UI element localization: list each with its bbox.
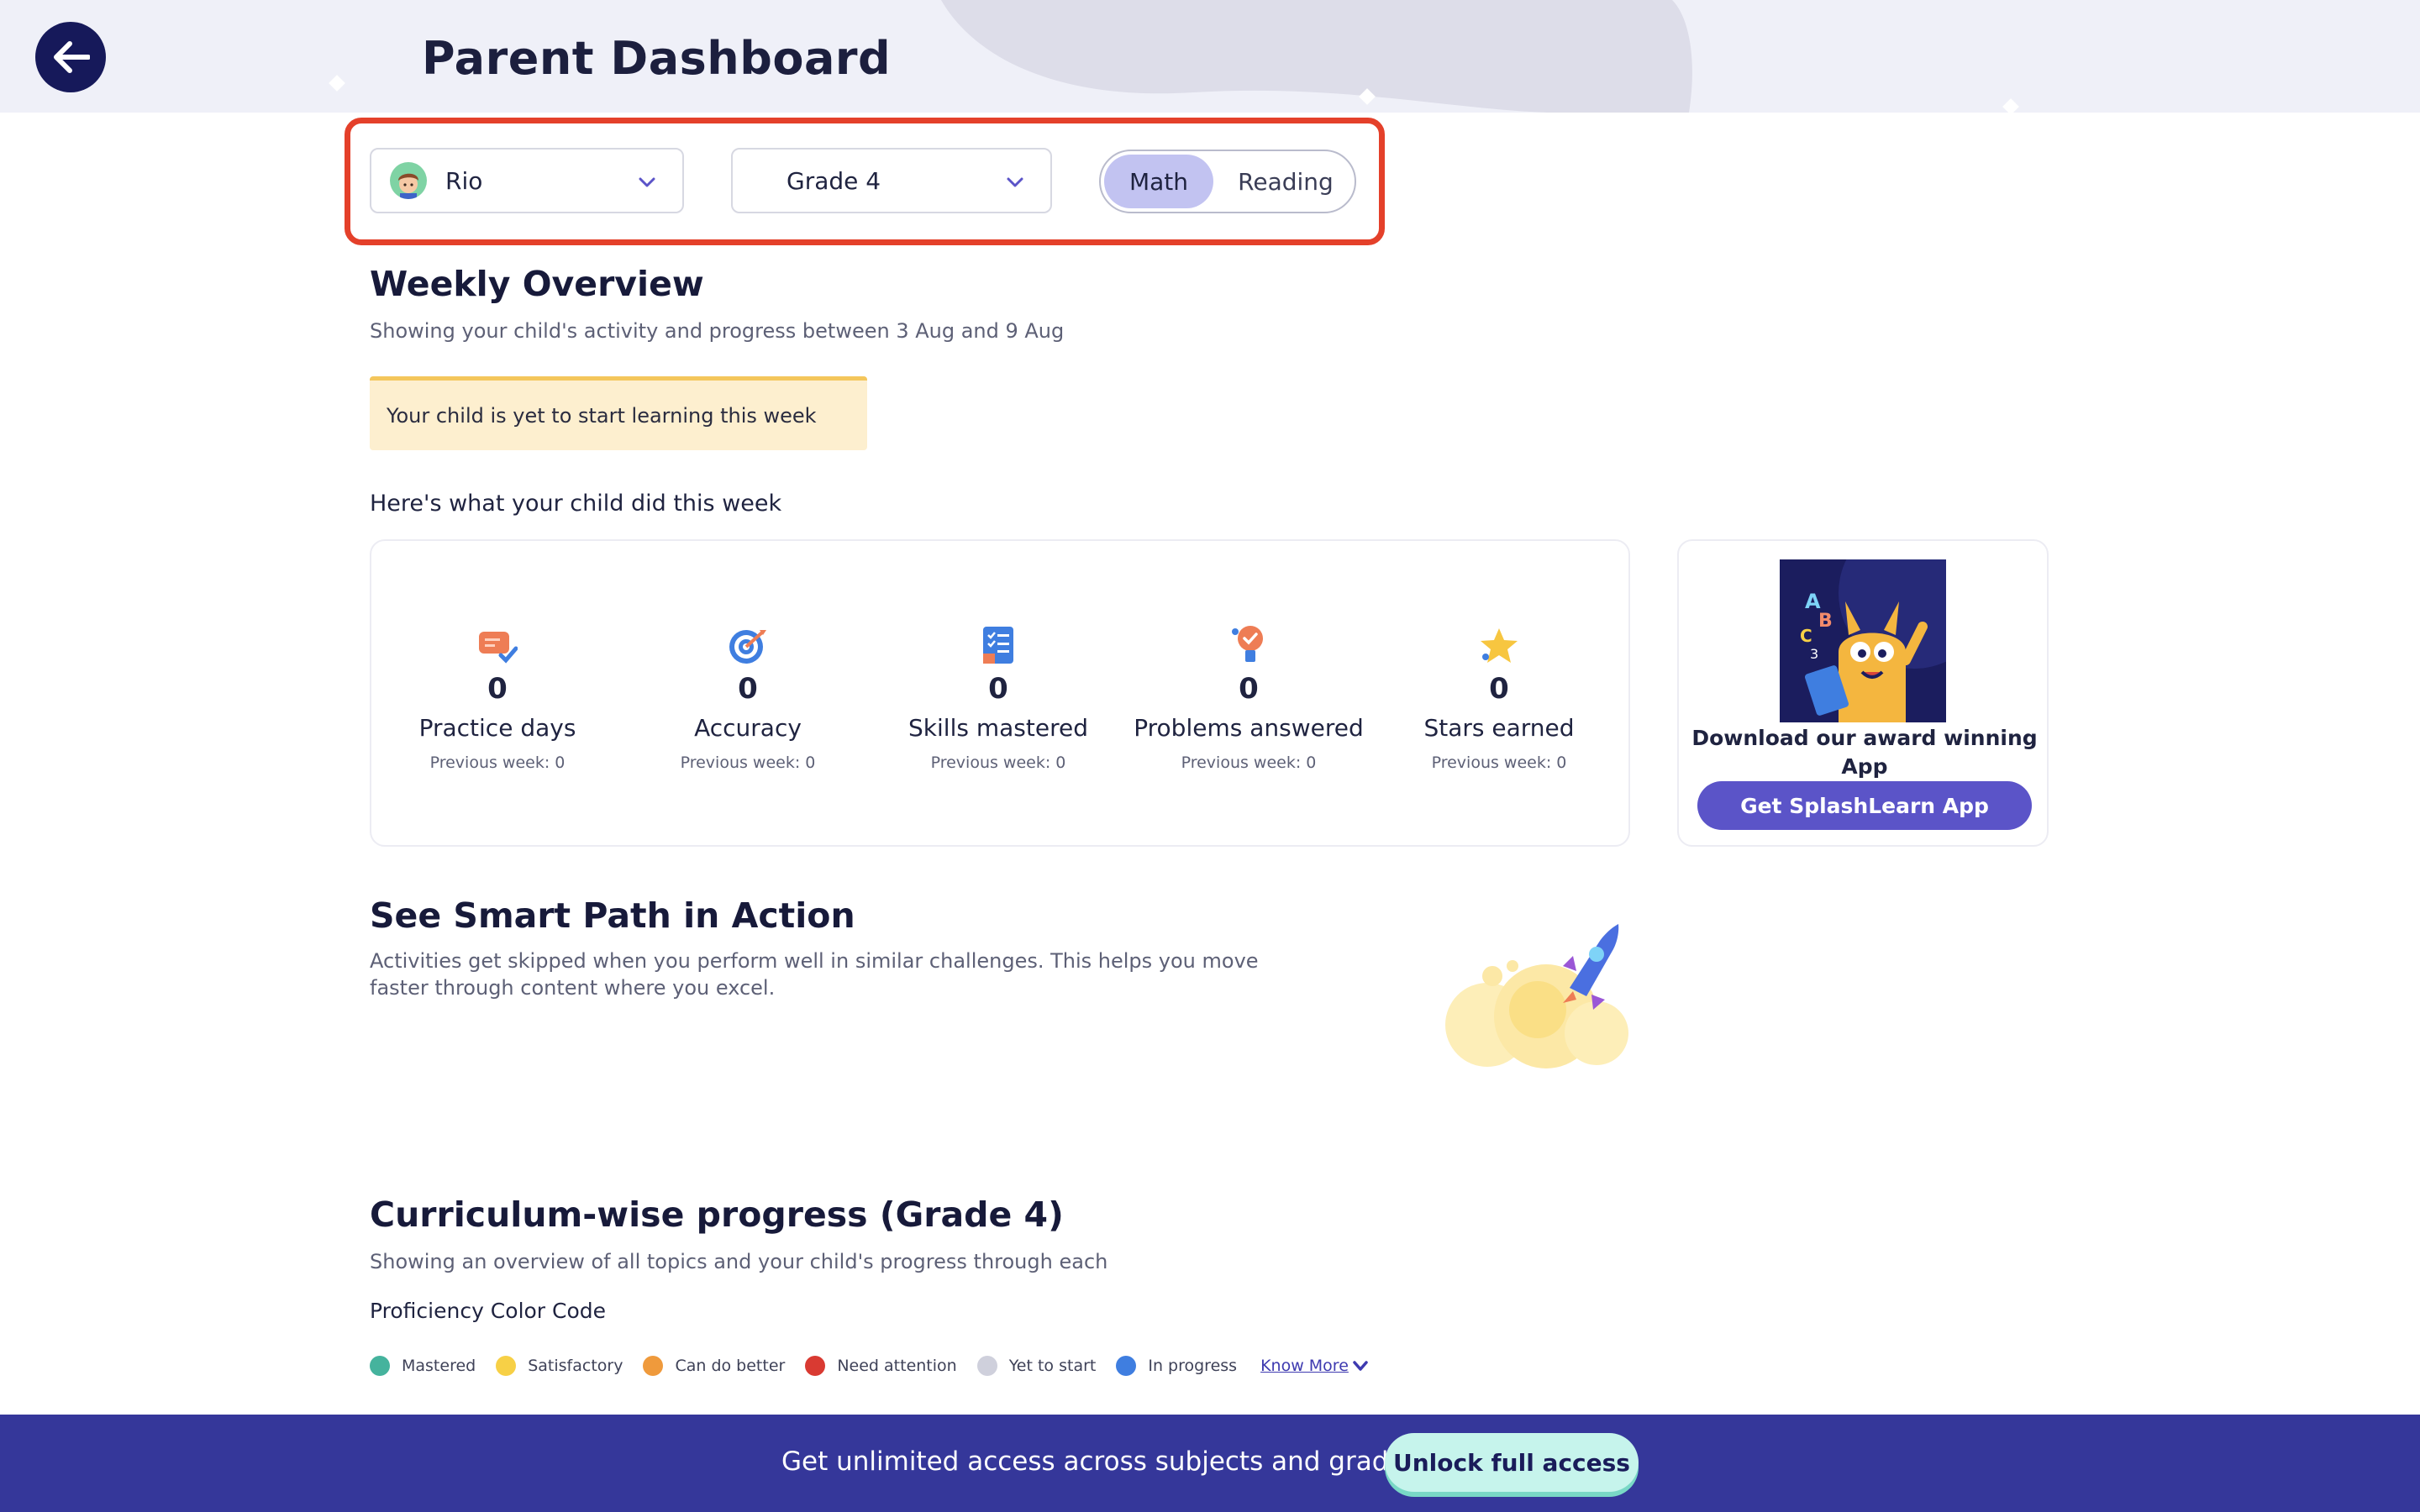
star-icon xyxy=(1481,628,1518,663)
app-download-card: A B C 3 Download our award winning App G… xyxy=(1677,539,2049,847)
legend-label: Satisfactory xyxy=(528,1357,623,1375)
weekly-activity-label: Here's what your child did this week xyxy=(370,491,782,517)
svg-text:A: A xyxy=(1805,590,1821,613)
chevron-down-icon xyxy=(1007,177,1023,187)
subject-tab-reading[interactable]: Reading xyxy=(1227,155,1344,208)
subject-tab-math[interactable]: Math xyxy=(1104,155,1213,208)
proficiency-legend: Mastered Satisfactory Can do better Need… xyxy=(370,1356,1369,1376)
boy-avatar-icon xyxy=(390,162,427,199)
stat-label: Problems answered xyxy=(1134,714,1364,742)
stat-value: 0 xyxy=(1489,672,1509,706)
stat-label: Accuracy xyxy=(694,714,802,742)
page-header: Parent Dashboard xyxy=(0,0,2420,113)
smart-path-description: Activities get skipped when you perform … xyxy=(370,949,1259,1000)
get-app-button[interactable]: Get SplashLearn App xyxy=(1697,781,2032,830)
inactive-notice: Your child is yet to start learning this… xyxy=(370,376,867,450)
legend-item-satisfactory: Satisfactory xyxy=(496,1356,623,1376)
stat-label: Skills mastered xyxy=(908,714,1088,742)
stat-value: 0 xyxy=(738,672,758,706)
stat-accuracy: 0 Accuracy Previous week: 0 xyxy=(622,622,874,772)
target-icon xyxy=(729,630,766,664)
arrow-left-icon xyxy=(54,41,90,73)
legend-dot xyxy=(1116,1356,1137,1376)
stat-label: Stars earned xyxy=(1423,714,1575,742)
legend-label: Mastered xyxy=(402,1357,476,1375)
weekly-overview-subtitle: Showing your child's activity and progre… xyxy=(370,319,1065,343)
child-name: Rio xyxy=(445,166,483,195)
stat-stars-earned: 0 Stars earned Previous week: 0 xyxy=(1373,622,1625,772)
stat-value: 0 xyxy=(487,672,508,706)
grade-value: Grade 4 xyxy=(786,166,881,195)
legend-item-mastered: Mastered xyxy=(370,1356,476,1376)
stat-practice-days: 0 Practice days Previous week: 0 xyxy=(371,622,623,772)
legend-item-in-progress: In progress xyxy=(1116,1356,1237,1376)
back-button[interactable] xyxy=(35,22,106,92)
legend-item-yet-to-start: Yet to start xyxy=(976,1356,1097,1376)
curriculum-subtitle: Showing an overview of all topics and yo… xyxy=(370,1250,1108,1273)
curriculum-title: Curriculum-wise progress (Grade 4) xyxy=(370,1194,1064,1235)
stat-previous: Previous week: 0 xyxy=(680,753,816,772)
chevron-down-icon xyxy=(639,177,655,187)
legend-label: Yet to start xyxy=(1008,1357,1097,1375)
smart-path-title: See Smart Path in Action xyxy=(370,895,855,936)
legend-dot xyxy=(976,1356,997,1376)
stat-skills-mastered: 0 Skills mastered Previous week: 0 xyxy=(872,622,1124,772)
know-more-link[interactable]: Know More xyxy=(1260,1357,1369,1375)
chevron-down-icon xyxy=(1353,1361,1368,1371)
legend-label: Can do better xyxy=(675,1357,786,1375)
legend-label: In progress xyxy=(1148,1357,1238,1375)
app-mascot-image: A B C 3 xyxy=(1780,559,1946,722)
svg-text:B: B xyxy=(1818,611,1833,632)
proficiency-label: Proficiency Color Code xyxy=(370,1299,607,1323)
stat-label: Practice days xyxy=(418,714,576,742)
stat-problems-answered: 0 Problems answered Previous week: 0 xyxy=(1123,622,1375,772)
stat-previous: Previous week: 0 xyxy=(429,753,566,772)
checklist-icon xyxy=(983,627,1013,664)
stat-previous: Previous week: 0 xyxy=(1181,753,1317,772)
svg-text:3: 3 xyxy=(1810,646,1818,662)
stat-value: 0 xyxy=(988,672,1008,706)
know-more-label: Know More xyxy=(1260,1357,1349,1375)
unlock-full-access-button[interactable]: Unlock full access xyxy=(1385,1433,1639,1492)
weekly-stats-card: 0 Practice days Previous week: 0 0 Accur… xyxy=(370,539,1630,847)
page-title: Parent Dashboard xyxy=(422,32,892,85)
upgrade-banner-text: Get unlimited access across subjects and… xyxy=(781,1446,1427,1477)
legend-item-can-do-better: Can do better xyxy=(643,1356,785,1376)
stat-previous: Previous week: 0 xyxy=(930,753,1066,772)
header-decoration xyxy=(329,0,2019,113)
legend-label: Need attention xyxy=(837,1357,957,1375)
legend-dot xyxy=(805,1356,826,1376)
stat-previous: Previous week: 0 xyxy=(1431,753,1567,772)
child-selector-dropdown[interactable]: Rio xyxy=(370,148,684,213)
subject-toggle: Math Reading xyxy=(1099,150,1356,213)
legend-dot xyxy=(496,1356,517,1376)
grade-selector-dropdown[interactable]: Grade 4 xyxy=(731,148,1052,213)
stat-value: 0 xyxy=(1239,672,1259,706)
weekly-overview-title: Weekly Overview xyxy=(370,264,704,304)
chat-check-icon xyxy=(479,632,518,664)
svg-text:C: C xyxy=(1800,626,1812,646)
legend-dot xyxy=(370,1356,390,1376)
upgrade-banner: Get unlimited access across subjects and… xyxy=(0,1415,2420,1512)
app-promo-text: Download our award winning App xyxy=(1691,726,2038,779)
legend-item-need-attention: Need attention xyxy=(805,1356,957,1376)
rocket-illustration xyxy=(1445,924,1628,1068)
lightbulb-icon xyxy=(1232,626,1263,662)
legend-dot xyxy=(643,1356,664,1376)
